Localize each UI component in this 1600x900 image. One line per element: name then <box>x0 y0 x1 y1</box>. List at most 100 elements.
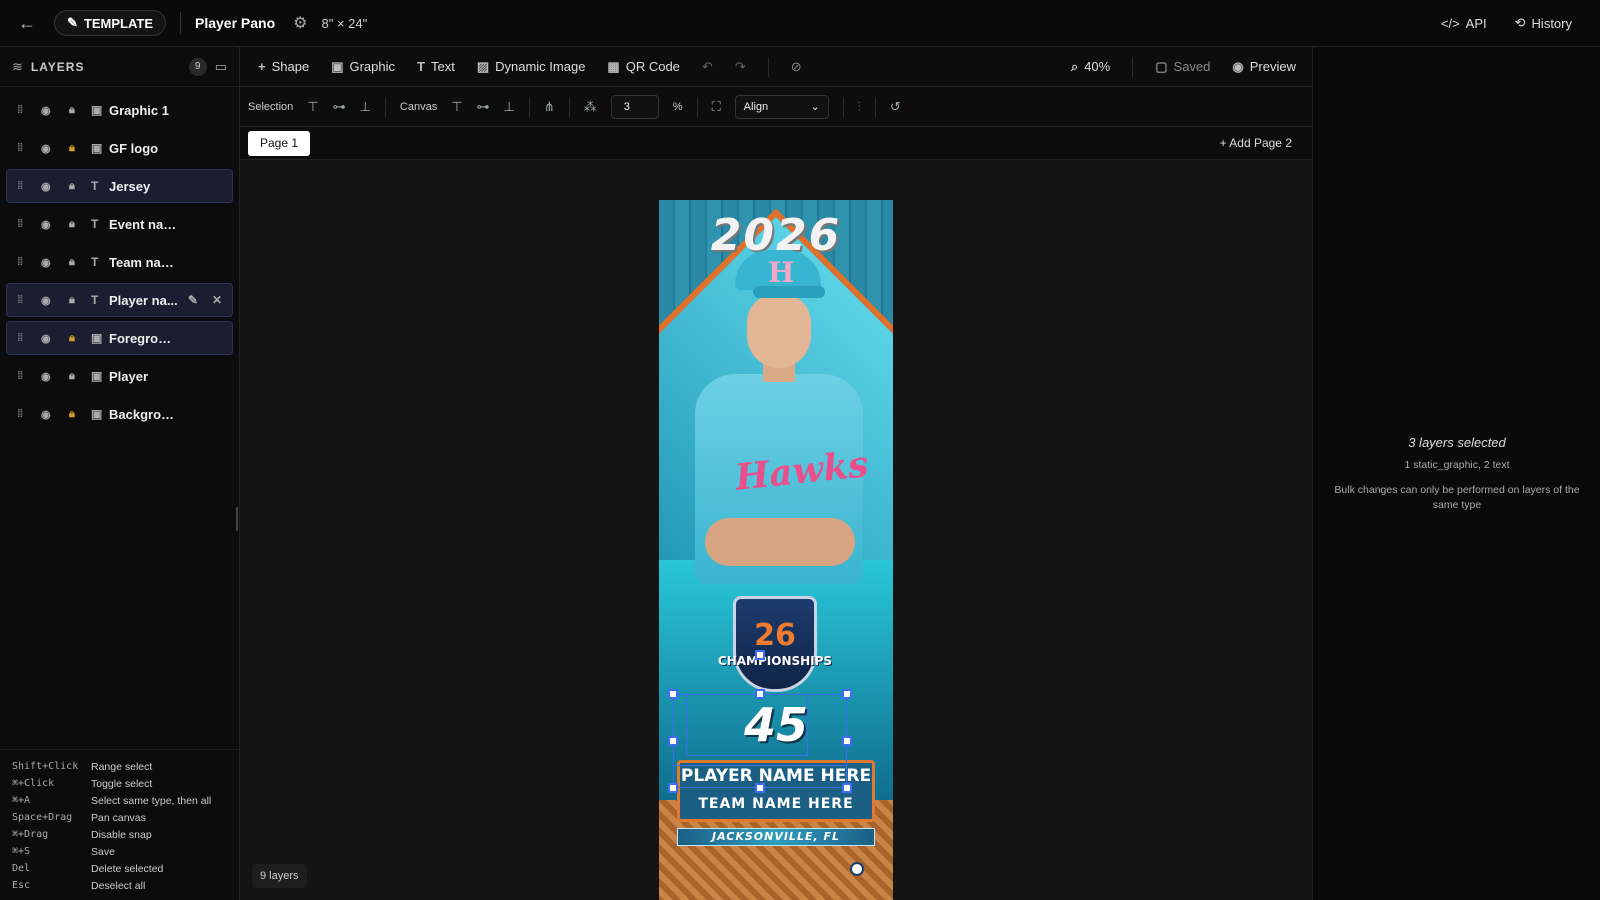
lock-icon[interactable]: 🔒︎ <box>69 218 87 231</box>
event-logo[interactable]: 26 CHAMPIONSHIPS <box>715 596 835 706</box>
drag-handle-icon[interactable]: ⁞⁞ <box>17 104 33 116</box>
player-photo[interactable]: H Hawks <box>695 250 870 584</box>
layer-row[interactable]: ⁞⁞ ◉ 🔒︎ T Event name <box>6 207 233 241</box>
spacing-input[interactable]: 3 <box>610 94 659 119</box>
tab-page-1[interactable]: Page 1 <box>248 130 311 156</box>
redo-icon[interactable]: ↷ <box>735 59 746 75</box>
close-icon[interactable]: ✕ <box>212 293 222 307</box>
panel-resize-handle[interactable] <box>236 507 238 531</box>
layer-name: Graphic 1 <box>109 102 169 118</box>
lock-icon[interactable]: 🔒︎ <box>69 256 87 269</box>
canvas-align-middle-icon[interactable]: ⊶ <box>477 99 490 115</box>
inspector-note: Bulk changes can only be performed on la… <box>1334 484 1580 511</box>
resize-handle[interactable] <box>668 736 678 746</box>
back-arrow-icon[interactable]: ← <box>16 12 38 34</box>
lock-icon[interactable]: 🔒︎ <box>69 370 87 383</box>
lock-icon[interactable]: 🔒︎ <box>69 332 87 345</box>
drag-handle-icon[interactable]: ⁞⁞ <box>17 408 33 420</box>
spacing-icon[interactable]: ⁂ <box>584 99 597 115</box>
add-graphic-button[interactable]: ▣ Graphic <box>331 59 395 75</box>
layer-row[interactable]: ⁞⁞ ◉ 🔒︎ T Team name <box>6 245 233 279</box>
divider <box>696 96 698 117</box>
lock-icon[interactable]: 🔒︎ <box>69 294 87 307</box>
eye-icon[interactable]: ◉ <box>41 218 61 231</box>
eye-icon[interactable]: ◉ <box>41 408 61 421</box>
resize-handle[interactable] <box>842 689 852 699</box>
canvas-align-bottom-icon[interactable]: ⊥ <box>504 99 515 115</box>
eye-icon[interactable]: ◉ <box>41 180 61 193</box>
resize-handle[interactable] <box>842 783 852 793</box>
align-top-icon[interactable]: ⊤ <box>307 99 318 115</box>
city-text[interactable]: JACKSONVILLE, FL <box>659 830 893 843</box>
layer-row[interactable]: ⁞⁞ ◉ 🔒︎ T Jersey <box>6 169 233 203</box>
drag-handle-icon[interactable]: ⁞⁞ <box>17 256 33 268</box>
resize-handle[interactable] <box>668 689 678 699</box>
eye-icon[interactable]: ◉ <box>41 332 61 345</box>
api-button[interactable]: </> API <box>1441 15 1487 31</box>
zoom-icon: ⌕ <box>1070 58 1079 74</box>
drag-handle-icon[interactable]: ⁞⁞ <box>17 180 33 192</box>
template-badge[interactable]: ✎ TEMPLATE <box>54 10 166 36</box>
shortcut-row: ⌘+Click Toggle select <box>12 775 227 792</box>
add-page-button[interactable]: + Add Page 2 <box>1220 136 1292 150</box>
divider <box>384 96 386 117</box>
layer-row[interactable]: ⁞⁞ ◉ 🔒︎ ▣ Graphic 1 <box>6 93 233 127</box>
add-dynamic-image-button[interactable]: ▨ Dynamic Image <box>477 59 586 75</box>
layer-row[interactable]: ⁞⁞ ◉ 🔒︎ ▣ GF logo <box>6 131 233 165</box>
eye-icon[interactable]: ◉ <box>41 104 61 117</box>
text-icon: T <box>417 59 425 74</box>
lock-icon[interactable]: 🔒︎ <box>69 180 87 193</box>
resize-handle[interactable] <box>755 783 765 793</box>
undo-icon[interactable]: ↶ <box>702 59 713 75</box>
zoom-control[interactable]: ⌕ 40% <box>1071 59 1110 75</box>
layers-icon: ≋ <box>12 58 23 74</box>
template-name[interactable]: Player Pano <box>195 15 275 31</box>
resize-handle[interactable] <box>755 689 765 699</box>
layer-row[interactable]: ⁞⁞ ◉ 🔒︎ ▣ Backgrou... <box>6 397 233 431</box>
layer-row[interactable]: ⁞⁞ ◉ 🔒︎ ▣ Player <box>6 359 233 393</box>
pencil-icon[interactable]: ✎ <box>188 293 198 307</box>
image-icon: ▣ <box>331 58 344 74</box>
lock-icon[interactable]: 🔒︎ <box>69 408 87 421</box>
resize-handle[interactable] <box>842 736 852 746</box>
eye-icon[interactable]: ◉ <box>41 294 61 307</box>
layer-row[interactable]: ⁞⁞ ◉ 🔒︎ ▣ Foreground <box>6 321 233 355</box>
editor-main: + Shape ▣ Graphic T Text ▨ Dynamic Image ▦ QR… <box>240 47 1312 900</box>
team-name-text[interactable]: TEAM NAME HERE <box>659 796 893 812</box>
drag-handle-icon[interactable]: ⁞⁞ <box>17 294 33 306</box>
align-middle-icon[interactable]: ⊶ <box>333 99 346 115</box>
canvas-align-top-icon[interactable]: ⊤ <box>451 99 462 115</box>
align-select[interactable]: Align ⌄ <box>734 94 829 119</box>
eye-icon[interactable]: ◉ <box>41 370 61 383</box>
history-button[interactable]: ⟲ History <box>1515 15 1572 31</box>
add-folder-icon[interactable]: ▭ <box>215 59 227 75</box>
gf-logo[interactable] <box>850 862 864 876</box>
resize-handle[interactable] <box>668 783 678 793</box>
reset-icon[interactable]: ↺ <box>890 99 901 115</box>
lock-icon[interactable]: 🔒︎ <box>69 142 87 155</box>
layers-panel: ≋ LAYERS 9 ▭ ⁞⁞ ◉ 🔒︎ ▣ Graphic 1 ⁞⁞ ◉ 🔒︎ ▣ GF log… <box>0 47 240 900</box>
gear-icon[interactable]: ⚙ <box>293 13 307 33</box>
layer-row[interactable]: ⁞⁞ ◉ 🔒︎ T Player na... ✎ ✕ <box>6 283 233 317</box>
drag-handle-icon[interactable]: ⁞⁞ <box>17 332 33 344</box>
align-bottom-icon[interactable]: ⊥ <box>360 99 371 115</box>
drag-handle-icon[interactable]: ⁞⁞ <box>17 370 33 382</box>
add-text-button[interactable]: T Text <box>417 59 455 74</box>
artboard[interactable]: 2026 H Hawks 26 CHAMPIONSHIPS 45 PLAYER … <box>659 200 893 900</box>
add-qr-code-button[interactable]: ▦ QR Code <box>607 59 680 75</box>
eye-icon[interactable]: ◉ <box>41 142 61 155</box>
canvas[interactable]: 2026 H Hawks 26 CHAMPIONSHIPS 45 PLAYER … <box>240 160 1312 900</box>
fit-icon[interactable]: ⛶ <box>712 99 721 115</box>
shortcut-desc: Save <box>91 845 115 858</box>
chart-icon[interactable]: ⫶ <box>858 99 861 115</box>
distribute-icon[interactable]: ⋔ <box>544 99 555 115</box>
add-shape-button[interactable]: + Shape <box>258 59 309 74</box>
drag-handle-icon[interactable]: ⁞⁞ <box>17 218 33 230</box>
resize-handle[interactable] <box>755 650 765 660</box>
drag-handle-icon[interactable]: ⁞⁞ <box>17 142 33 154</box>
eye-icon[interactable]: ◉ <box>41 256 61 269</box>
layer-name: Foreground <box>109 330 179 346</box>
preview-button[interactable]: ◉ Preview <box>1232 59 1296 75</box>
lock-icon[interactable]: 🔒︎ <box>69 104 87 117</box>
background-toggle-icon[interactable]: ⊘ <box>791 59 802 75</box>
